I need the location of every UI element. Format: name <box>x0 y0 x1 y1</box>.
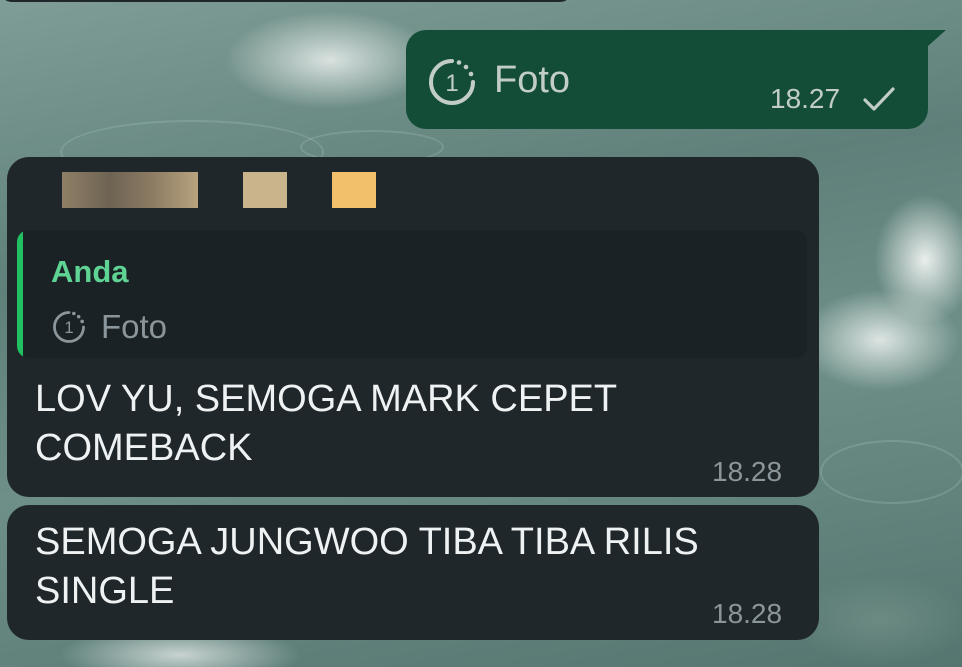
quote-accent-bar <box>17 230 23 358</box>
message-line: LOV YU, SEMOGA MARK CEPET <box>35 378 618 420</box>
message-time: 18.28 <box>712 598 783 629</box>
message-time: 18.28 <box>712 456 783 487</box>
blurred-sender-name <box>243 172 287 208</box>
message-line: SINGLE <box>35 570 175 612</box>
message-line: COMEBACK <box>35 427 253 469</box>
wallpaper-ripple <box>820 440 962 504</box>
blurred-sender-name <box>332 172 376 208</box>
previous-message-bubble[interactable] <box>0 0 572 2</box>
svg-text:1: 1 <box>64 318 73 337</box>
outgoing-message-bubble[interactable] <box>406 30 946 129</box>
view-once-icon: 1 <box>429 59 475 105</box>
outgoing-message-time: 18.27 <box>770 83 841 114</box>
message-line: SEMOGA JUNGWOO TIBA TIBA RILIS <box>35 521 699 563</box>
quoted-message[interactable]: Anda 1 Foto <box>17 230 807 358</box>
view-once-icon: 1 <box>53 311 85 343</box>
message-text: LOV YU, SEMOGA MARK CEPET COMEBACK <box>35 375 775 473</box>
message-text: SEMOGA JUNGWOO TIBA TIBA RILIS SINGLE <box>35 518 775 616</box>
quote-label: Foto <box>101 308 168 345</box>
quote-author: Anda <box>51 254 129 289</box>
svg-text:1: 1 <box>445 70 458 97</box>
bubble-tail <box>928 30 946 46</box>
blurred-sender-name <box>62 172 198 208</box>
outgoing-message-label: Foto <box>494 59 571 101</box>
single-check-icon <box>863 87 895 111</box>
